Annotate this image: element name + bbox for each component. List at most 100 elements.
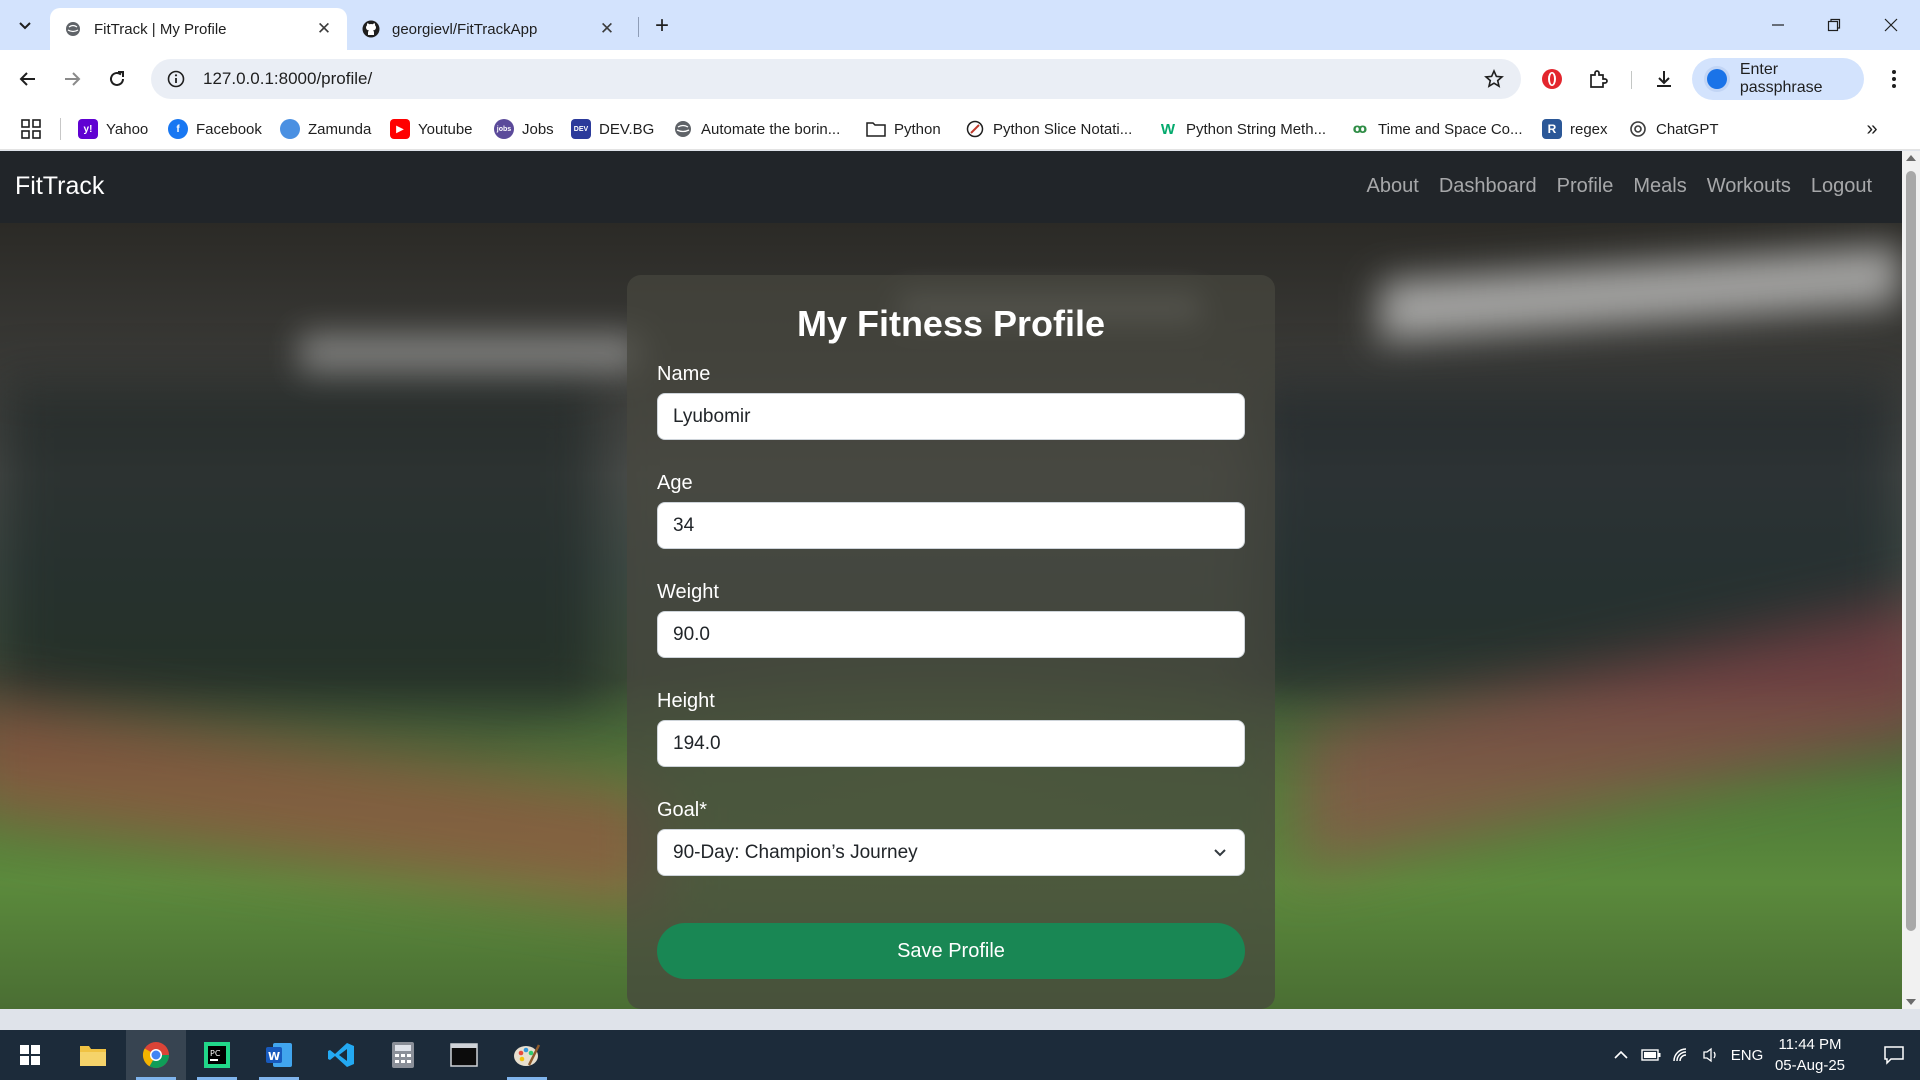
clock-time: 11:44 PM [1778, 1036, 1842, 1053]
address-bar[interactable]: 127.0.0.1:8000/profile/ [151, 59, 1521, 99]
age-field[interactable]: 34 [657, 502, 1245, 549]
arrow-right-icon [65, 72, 81, 86]
bookmark-jobs[interactable]: jobs Jobs [494, 116, 554, 142]
browser-menu-icon[interactable] [1878, 63, 1910, 95]
tab-fittrack-profile[interactable]: FitTrack | My Profile ✕ [50, 8, 347, 50]
height-field[interactable]: 194.0 [657, 720, 1245, 767]
paint-palette-icon [514, 1044, 541, 1066]
taskbar-clock[interactable]: 11:44 PM 05-Aug-25 [1760, 1034, 1860, 1076]
tab-github-repo[interactable]: georgievl/FitTrackApp ✕ [348, 8, 630, 50]
bookmark-facebook[interactable]: f Facebook [168, 116, 262, 142]
battery-icon[interactable] [1636, 1049, 1666, 1061]
restore-button[interactable] [1805, 0, 1863, 50]
new-tab-button[interactable]: + [648, 12, 676, 40]
goal-select-value: 90-Day: Champion’s Journey [673, 841, 918, 863]
chrome-icon [142, 1042, 170, 1069]
bookmark-label: Python String Meth... [1186, 120, 1327, 138]
browser-toolbar: 127.0.0.1:8000/profile/ Enter passphrase [0, 50, 1920, 108]
tray-overflow-chevron-icon[interactable] [1606, 1050, 1636, 1060]
facebook-icon: f [168, 119, 188, 139]
pycharm-icon: PC [204, 1042, 230, 1068]
taskbar-word[interactable]: W [249, 1030, 309, 1080]
notification-icon [1884, 1046, 1904, 1065]
age-label: Age [657, 472, 693, 494]
taskbar-chrome[interactable] [126, 1030, 186, 1080]
forward-button[interactable] [55, 62, 89, 96]
extensions-puzzle-icon[interactable] [1582, 63, 1614, 95]
youtube-icon: ▶ [390, 119, 410, 139]
taskbar-paint[interactable] [497, 1030, 557, 1080]
bookmark-youtube[interactable]: ▶ Youtube [390, 116, 473, 142]
bookmark-yahoo[interactable]: y! Yahoo [78, 116, 148, 142]
site-info-icon[interactable] [163, 66, 189, 92]
volume-icon[interactable] [1696, 1047, 1726, 1063]
page-scrollbar[interactable] [1902, 151, 1920, 1009]
reload-button[interactable] [100, 62, 134, 96]
svg-text:PC: PC [210, 1049, 221, 1058]
site-brand[interactable]: FitTrack [15, 172, 104, 201]
bookmark-automate[interactable]: Automate the borin... [673, 116, 840, 142]
wifi-icon[interactable] [1666, 1047, 1696, 1063]
site-navbar: FitTrack About Dashboard Profile Meals W… [0, 151, 1902, 223]
jobs-icon: jobs [494, 119, 514, 139]
tab-close-icon[interactable]: ✕ [596, 18, 618, 40]
bookmark-python-string[interactable]: W Python String Meth... [1158, 116, 1326, 142]
scrollbar-thumb[interactable] [1906, 171, 1916, 931]
clock-date: 05-Aug-25 [1774, 1057, 1846, 1074]
name-field[interactable]: Lyubomir [657, 393, 1245, 440]
scroll-down-arrow-icon[interactable] [1906, 999, 1916, 1005]
bookmark-folder-python[interactable]: Python [866, 116, 941, 142]
bookmarks-overflow-icon[interactable]: » [1860, 117, 1884, 141]
notifications-button[interactable] [1868, 1030, 1920, 1080]
close-window-button[interactable] [1862, 0, 1920, 50]
bookmark-chatgpt[interactable]: ChatGPT [1628, 116, 1719, 142]
weight-field[interactable]: 90.0 [657, 611, 1245, 658]
nav-link-logout[interactable]: Logout [1801, 175, 1882, 198]
save-profile-button[interactable]: Save Profile [657, 923, 1245, 979]
calculator-icon [392, 1042, 414, 1068]
tab-separator [638, 17, 639, 37]
system-tray: ENG [1606, 1030, 1768, 1080]
form-title: My Fitness Profile [796, 303, 1106, 344]
reload-icon [110, 71, 124, 86]
nav-link-meals[interactable]: Meals [1623, 175, 1696, 198]
taskbar-pycharm[interactable]: PC [187, 1030, 247, 1080]
tab-search-button[interactable] [10, 11, 39, 40]
nav-link-about[interactable]: About [1357, 175, 1429, 198]
scroll-up-arrow-icon[interactable] [1906, 155, 1916, 161]
minimize-button[interactable] [1749, 0, 1807, 50]
nav-link-dashboard[interactable]: Dashboard [1429, 175, 1547, 198]
url-text[interactable]: 127.0.0.1:8000/profile/ [203, 69, 1479, 89]
bookmark-star-icon[interactable] [1479, 64, 1509, 94]
bookmark-devbg[interactable]: DEV DEV.BG [571, 116, 654, 142]
folder-icon [866, 119, 886, 139]
bookmark-time-space[interactable]: ꝏ Time and Space Co... [1350, 116, 1523, 142]
goal-select[interactable]: 90-Day: Champion’s Journey [657, 829, 1245, 876]
chatgpt-icon [1628, 119, 1648, 139]
bookmark-label: Automate the borin... [701, 120, 841, 138]
bookmark-label: Python [894, 120, 941, 138]
bookmark-label: Yahoo [106, 120, 149, 138]
bookmark-zamunda[interactable]: Zamunda [280, 116, 371, 142]
back-button[interactable] [11, 62, 45, 96]
start-button[interactable] [0, 1030, 60, 1080]
apps-grid-icon[interactable] [20, 118, 42, 140]
minimize-icon [1772, 24, 1784, 26]
bookmark-regex[interactable]: Rregex [1542, 116, 1608, 142]
bookmark-python-slice[interactable]: Python Slice Notati... [965, 116, 1132, 142]
vscode-icon [328, 1043, 354, 1067]
tab-title: georgievl/FitTrackApp [392, 20, 538, 38]
taskbar-calculator[interactable] [373, 1030, 433, 1080]
close-icon [1884, 18, 1898, 32]
taskbar-terminal[interactable] [434, 1030, 494, 1080]
profile-button[interactable]: Enter passphrase [1692, 58, 1864, 100]
avatar [1704, 66, 1730, 92]
opera-extension-icon[interactable] [1536, 63, 1568, 95]
taskbar-file-explorer[interactable] [63, 1030, 123, 1080]
taskbar-vscode[interactable] [311, 1030, 371, 1080]
download-icon[interactable] [1648, 63, 1680, 95]
tab-close-icon[interactable]: ✕ [313, 18, 335, 40]
svg-text:W: W [268, 1050, 280, 1063]
nav-link-workouts[interactable]: Workouts [1697, 175, 1801, 198]
nav-link-profile[interactable]: Profile [1547, 175, 1624, 198]
